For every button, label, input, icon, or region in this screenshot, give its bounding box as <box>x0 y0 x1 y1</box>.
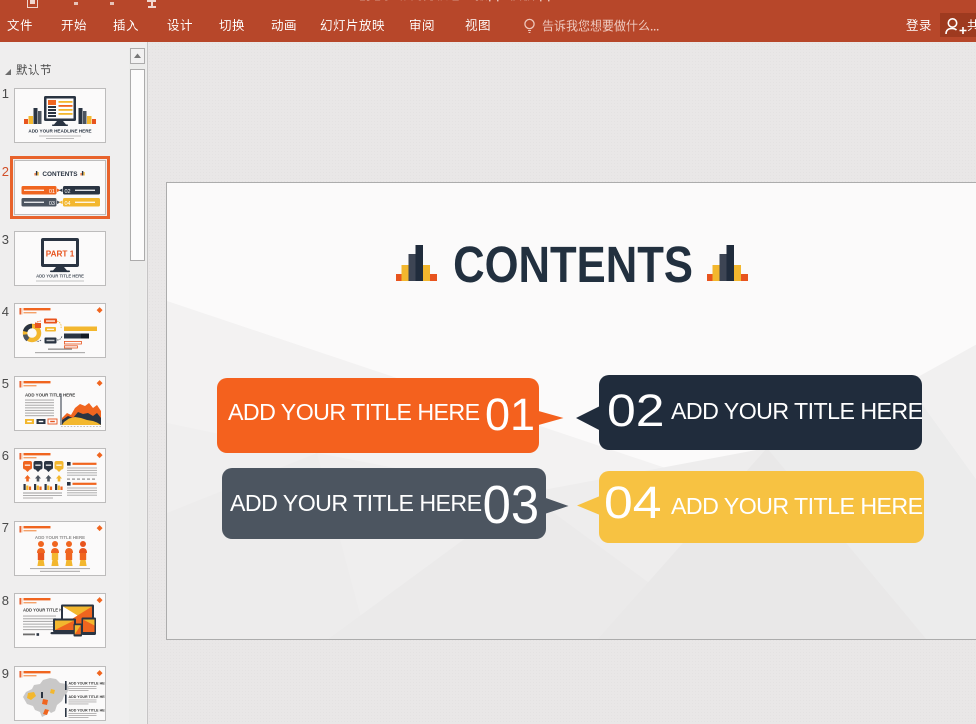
svg-text:ADD YOUR TITLE HERE: ADD YOUR TITLE HERE <box>69 681 106 685</box>
svg-text:ADD YOUR HEADLINE HERE: ADD YOUR HEADLINE HERE <box>28 129 91 134</box>
svg-text:ADD YOUR TITLE HERE: ADD YOUR TITLE HERE <box>35 535 85 540</box>
svg-text:ADD YOUR TITLE HERE: ADD YOUR TITLE HERE <box>69 695 106 699</box>
svg-text:ADD YOUR TITLE HERE: ADD YOUR TITLE HERE <box>69 708 106 712</box>
svg-text:04: 04 <box>65 201 71 207</box>
svg-text:ADD YOUR TITLE HERE: ADD YOUR TITLE HERE <box>25 392 75 397</box>
svg-text:PART 1: PART 1 <box>46 249 75 258</box>
svg-text:03: 03 <box>49 201 55 207</box>
svg-text:CONTENTS: CONTENTS <box>42 171 78 178</box>
svg-text:01: 01 <box>49 189 55 195</box>
svg-text:ADD YOUR TITLE HERE: ADD YOUR TITLE HERE <box>36 273 84 278</box>
svg-text:02: 02 <box>65 189 71 195</box>
